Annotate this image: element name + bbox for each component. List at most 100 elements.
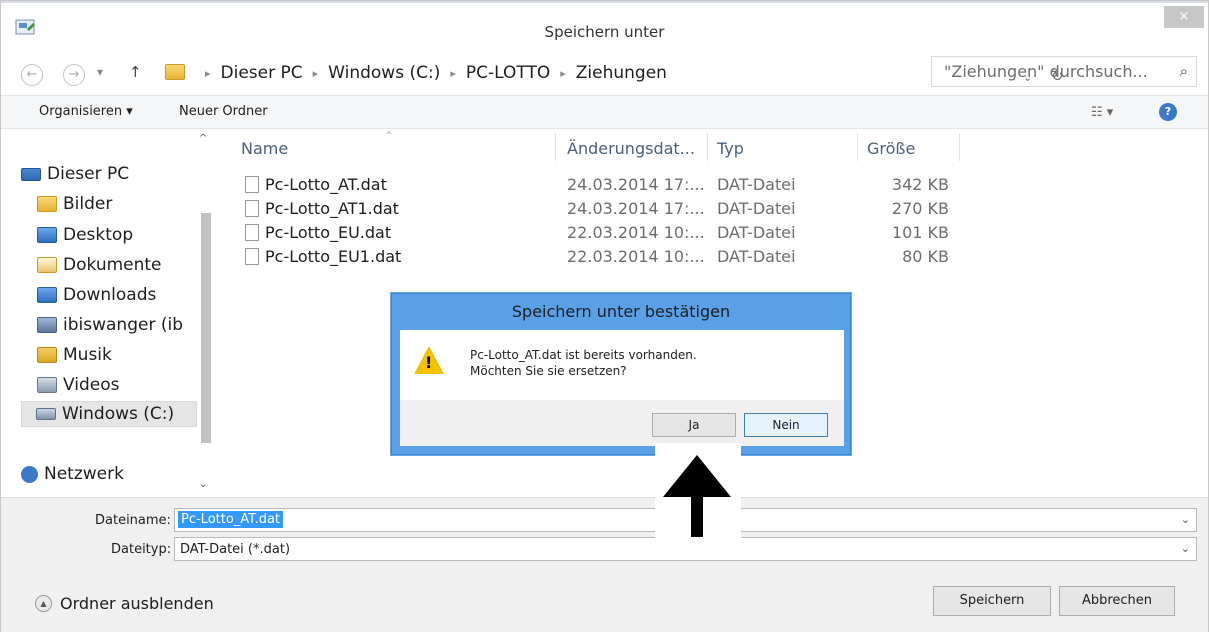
network-icon <box>21 465 38 483</box>
sidebar-item-label: Videos <box>63 375 120 395</box>
confirm-overwrite-dialog: Speichern unter bestätigen ! Pc-Lotto_AT… <box>391 293 851 455</box>
file-icon <box>245 200 259 217</box>
scroll-up-icon[interactable]: ^ <box>199 133 207 144</box>
scroll-down-icon[interactable]: ⌄ <box>199 479 207 490</box>
file-date: 24.03.2014 17:... <box>567 175 705 194</box>
desktop-folder-icon <box>37 227 57 243</box>
documents-folder-icon <box>37 257 57 273</box>
recent-locations-dropdown[interactable]: ▾ <box>97 65 103 79</box>
file-type: DAT-Datei <box>717 247 796 266</box>
pc-icon <box>21 167 41 181</box>
cancel-button[interactable]: Abbrechen <box>1059 586 1175 616</box>
search-placeholder: "Ziehungen" durchsuch... <box>944 62 1148 81</box>
sidebar-item-netzwerk[interactable]: Netzwerk <box>21 461 197 487</box>
breadcrumb: ▸ Dieser PC ▸ Windows (C:) ▸ PC-LOTTO ▸ … <box>195 61 667 85</box>
column-header-name[interactable]: Name <box>241 139 288 158</box>
column-divider[interactable] <box>857 133 858 161</box>
file-name: Pc-Lotto_AT.dat <box>265 175 387 194</box>
file-row[interactable]: Pc-Lotto_AT.dat 24.03.2014 17:... DAT-Da… <box>215 173 975 197</box>
breadcrumb-separator[interactable]: ▸ <box>450 67 456 80</box>
sidebar-scrollbar-thumb[interactable] <box>201 213 211 443</box>
pictures-folder-icon <box>37 196 57 212</box>
breadcrumb-pc-lotto[interactable]: PC-LOTTO <box>466 63 550 83</box>
sidebar-item-bilder[interactable]: Bilder <box>37 191 197 217</box>
close-button[interactable]: × <box>1164 6 1204 28</box>
sidebar-item-downloads[interactable]: Downloads <box>37 282 197 308</box>
column-divider[interactable] <box>959 133 960 161</box>
file-row[interactable]: Pc-Lotto_AT1.dat 24.03.2014 17:... DAT-D… <box>215 197 975 221</box>
breadcrumb-this-pc[interactable]: Dieser PC <box>221 63 303 83</box>
address-bar[interactable]: ▸ Dieser PC ▸ Windows (C:) ▸ PC-LOTTO ▸ … <box>161 59 1064 89</box>
file-row[interactable]: Pc-Lotto_EU.dat 22.03.2014 10:... DAT-Da… <box>215 221 975 245</box>
help-icon[interactable]: ? <box>1159 103 1177 121</box>
file-size: 80 KB <box>902 247 949 266</box>
file-name: Pc-Lotto_EU1.dat <box>265 247 402 266</box>
hide-folders-button[interactable]: ▲ Ordner ausblenden <box>35 594 214 613</box>
sidebar-item-label: Musik <box>63 345 112 365</box>
breadcrumb-separator[interactable]: ▸ <box>560 67 566 80</box>
chevron-down-icon[interactable]: ⌄ <box>1181 542 1190 555</box>
file-size: 342 KB <box>891 175 949 194</box>
breadcrumb-ziehungen[interactable]: Ziehungen <box>576 63 667 83</box>
file-row[interactable]: Pc-Lotto_EU1.dat 22.03.2014 10:... DAT-D… <box>215 245 975 269</box>
forward-button[interactable]: → <box>63 64 85 86</box>
filetype-label: Dateityp: <box>111 542 172 557</box>
filename-label: Dateiname: <box>95 513 171 528</box>
sidebar-item-label: Windows (C:) <box>62 404 175 424</box>
breadcrumb-separator: ▸ <box>205 66 211 80</box>
file-date: 22.03.2014 10:... <box>567 247 705 266</box>
file-type: DAT-Datei <box>717 199 796 218</box>
save-button[interactable]: Speichern <box>933 586 1051 616</box>
filename-value: Pc-Lotto_AT.dat <box>178 511 284 528</box>
chevron-down-icon[interactable]: ⌄ <box>1181 513 1190 526</box>
file-size: 270 KB <box>891 199 949 218</box>
sidebar-item-label: Downloads <box>63 285 157 305</box>
column-divider[interactable] <box>707 133 708 161</box>
dialog-body: ! Pc-Lotto_AT.dat ist bereits vorhanden.… <box>400 330 844 400</box>
sidebar-item-videos[interactable]: Videos <box>37 372 197 398</box>
arrow-shaft <box>691 491 703 537</box>
file-type: DAT-Datei <box>717 175 796 194</box>
file-date: 24.03.2014 17:... <box>567 199 705 218</box>
sidebar-item-label: Dieser PC <box>47 164 130 184</box>
hide-folders-label: Ordner ausblenden <box>60 594 214 613</box>
sidebar-item-label: Dokumente <box>63 255 162 275</box>
column-header-type[interactable]: Typ <box>717 139 744 158</box>
back-button[interactable]: ← <box>21 64 43 86</box>
sidebar-item-this-pc[interactable]: Dieser PC <box>21 161 197 187</box>
column-header-size[interactable]: Größe <box>867 139 915 158</box>
title-bar: Speichern unter × <box>1 1 1208 49</box>
search-input[interactable]: "Ziehungen" durchsuch... ⌕ <box>931 56 1197 87</box>
no-button[interactable]: Nein <box>744 413 828 437</box>
sidebar-item-label: ibiswanger (ib <box>63 315 183 335</box>
save-as-window: Speichern unter × ← → ▾ ↑ ▸ Dieser PC ▸ … <box>0 0 1209 632</box>
sidebar-item-ibiswanger[interactable]: ibiswanger (ib <box>37 312 197 338</box>
file-name: Pc-Lotto_EU.dat <box>265 223 392 242</box>
filetype-value: DAT-Datei (*.dat) <box>180 542 291 557</box>
downloads-folder-icon <box>37 287 57 303</box>
sidebar-item-windows-c[interactable]: Windows (C:) <box>21 401 197 427</box>
window-title: Speichern unter <box>544 23 665 41</box>
command-toolbar: Organisieren ▾ Neuer Ordner ☷ ▾ ? <box>1 95 1208 129</box>
organize-menu-button[interactable]: Organisieren ▾ <box>39 104 133 119</box>
column-divider[interactable] <box>555 133 556 161</box>
new-folder-button[interactable]: Neuer Ordner <box>179 104 268 119</box>
yes-button[interactable]: Ja <box>652 413 736 437</box>
search-icon[interactable]: ⌕ <box>1180 62 1188 80</box>
breadcrumb-windows-c[interactable]: Windows (C:) <box>328 63 440 83</box>
dialog-message: Pc-Lotto_AT.dat ist bereits vorhanden. <box>470 348 697 362</box>
sidebar-item-dokumente[interactable]: Dokumente <box>37 252 197 278</box>
file-size: 101 KB <box>891 223 949 242</box>
column-header-date[interactable]: Änderungsdat... <box>567 139 695 158</box>
view-options-icon[interactable]: ☷ ▾ <box>1091 105 1113 120</box>
sidebar-item-desktop[interactable]: Desktop <box>37 222 197 248</box>
folder-icon <box>165 64 185 80</box>
file-icon <box>245 176 259 193</box>
breadcrumb-separator[interactable]: ▸ <box>313 67 319 80</box>
drive-icon <box>36 408 56 420</box>
up-button[interactable]: ↑ <box>129 63 142 81</box>
save-options-panel: Dateiname: Pc-Lotto_AT.dat ⌄ Dateityp: D… <box>1 497 1208 632</box>
sidebar-item-musik[interactable]: Musik <box>37 342 197 368</box>
sort-ascending-icon: ^ <box>385 131 393 141</box>
file-date: 22.03.2014 10:... <box>567 223 705 242</box>
